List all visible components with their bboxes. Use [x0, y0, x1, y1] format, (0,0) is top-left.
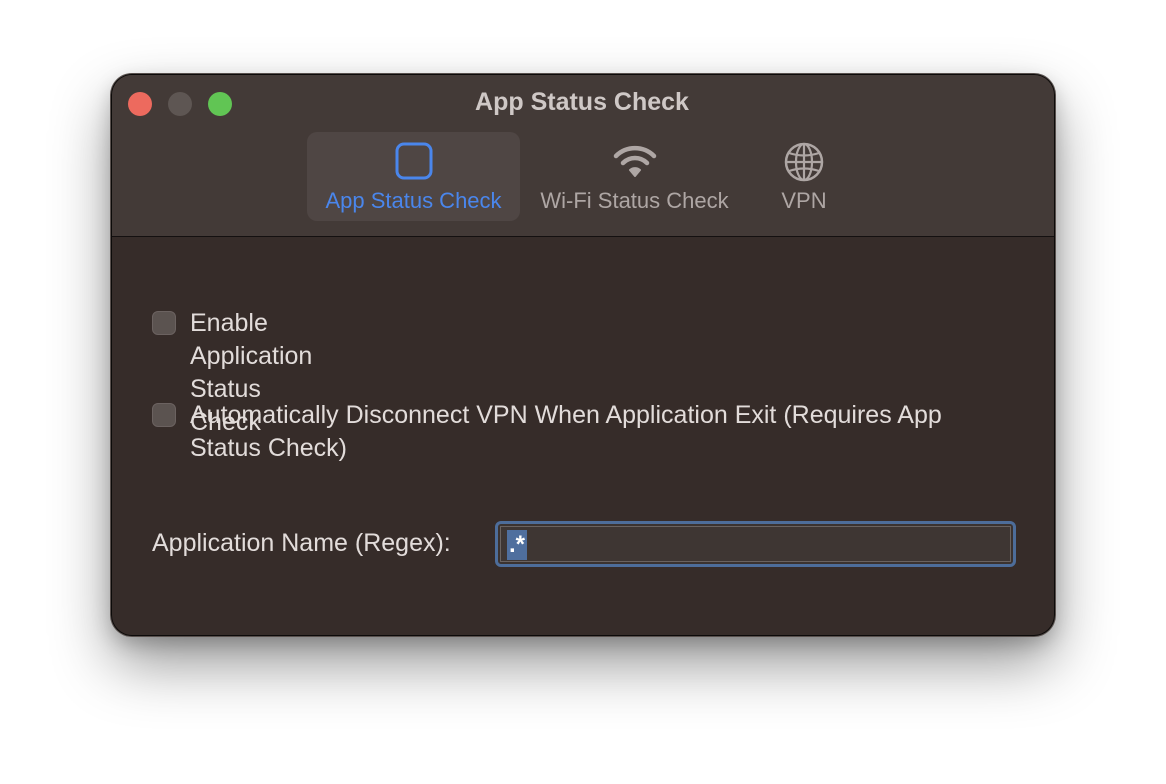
enable-status-check-checkbox[interactable]	[152, 311, 176, 335]
wifi-icon	[613, 145, 656, 177]
tab-label: VPN	[781, 188, 827, 213]
application-name-label: Application Name (Regex):	[152, 529, 451, 557]
auto-disconnect-label-line2: Status Check)	[190, 434, 348, 462]
globe-icon	[784, 142, 824, 182]
titlebar: App Status Check App Status Check Wi-Fi …	[112, 75, 1054, 237]
application-name-focus-ring: .*	[495, 521, 1016, 567]
tab-label: App Status Check	[325, 188, 502, 213]
tab-app-status-check[interactable]: App Status Check	[307, 132, 520, 221]
window-title: App Status Check	[475, 88, 689, 116]
tab-wifi-status-check[interactable]: Wi-Fi Status Check	[531, 132, 738, 221]
preferences-window: App Status Check App Status Check Wi-Fi …	[112, 75, 1054, 635]
auto-disconnect-label[interactable]: Automatically Disconnect VPN When Applic…	[190, 399, 1050, 465]
auto-disconnect-checkbox[interactable]	[152, 403, 176, 427]
application-name-input[interactable]: .*	[500, 526, 1011, 562]
tab-label: Wi-Fi Status Check	[540, 188, 729, 213]
selected-text: .*	[507, 530, 528, 560]
tab-vpn[interactable]: VPN	[758, 132, 850, 221]
square-icon	[395, 142, 432, 180]
auto-disconnect-label-line1: Automatically Disconnect VPN When Applic…	[190, 401, 942, 429]
